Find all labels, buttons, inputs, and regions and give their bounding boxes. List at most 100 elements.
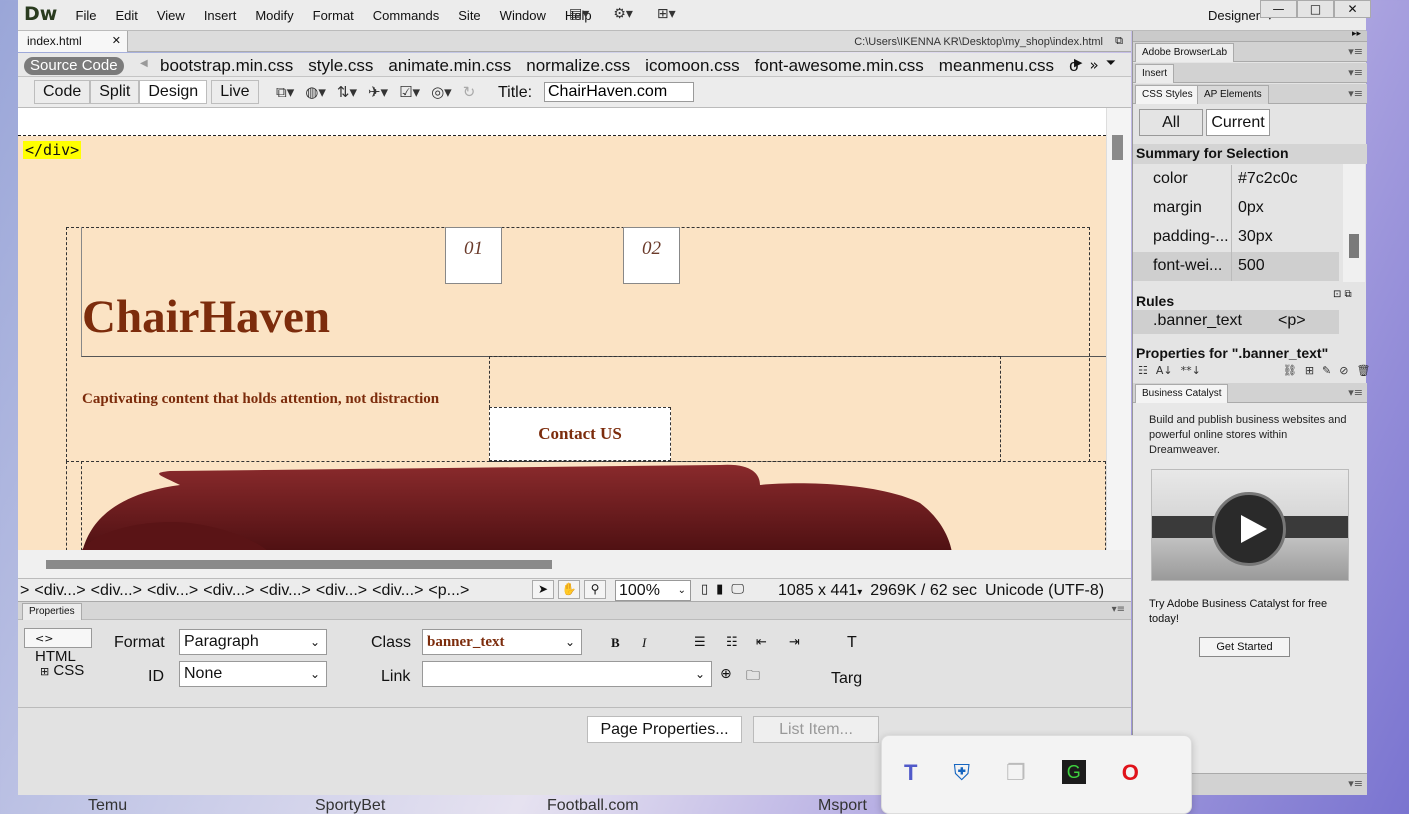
green-app-icon[interactable]: G — [1061, 760, 1086, 784]
attach-stylesheet-icon[interactable]: ⛓ — [1283, 364, 1297, 377]
copy-icon[interactable]: ❐ — [1006, 760, 1026, 786]
related-file[interactable]: normalize.css — [526, 56, 630, 76]
hand-tool-icon[interactable]: ✋ — [558, 580, 580, 599]
menu-window[interactable]: Window — [490, 8, 555, 23]
related-file[interactable]: animate.min.css — [388, 56, 511, 76]
shortcut-msport[interactable]: Msport — [818, 797, 867, 814]
arrow-right-icon[interactable]: ▶ — [1074, 56, 1082, 74]
unordered-list-icon[interactable]: ☰ — [694, 635, 706, 650]
related-file[interactable]: font-awesome.min.css — [755, 56, 924, 76]
summary-row[interactable]: padding-... 30px — [1133, 223, 1339, 252]
tab-ap-elements[interactable]: AP Elements — [1197, 85, 1269, 104]
file-management-icon[interactable]: ⇅▾ — [337, 83, 357, 101]
disable-icon[interactable]: ⊘ — [1339, 364, 1348, 377]
slide-indicator-01[interactable]: 01 — [445, 227, 502, 284]
all-mode-button[interactable]: All — [1139, 109, 1203, 136]
mobile-size-icon[interactable]: ▯ — [701, 582, 708, 597]
get-started-button[interactable]: Get Started — [1199, 637, 1290, 657]
vertical-scrollbar[interactable] — [1106, 108, 1131, 550]
brand-heading[interactable]: ChairHaven — [82, 290, 330, 344]
bold-button[interactable]: B — [611, 635, 620, 651]
desktop-size-icon[interactable]: 🖵 — [731, 582, 744, 597]
outdent-icon[interactable]: ⇤ — [756, 635, 767, 650]
tag-item[interactable]: <p...> — [428, 582, 469, 600]
code-view-button[interactable]: Code — [34, 80, 91, 104]
menu-insert[interactable]: Insert — [194, 8, 246, 23]
contact-us-button[interactable]: Contact US — [489, 407, 671, 461]
tab-browserlab[interactable]: Adobe BrowserLab — [1135, 43, 1235, 62]
close-icon[interactable]: ✕ — [112, 34, 121, 52]
tag-item[interactable]: <div...> — [260, 582, 311, 600]
pointer-tool-icon[interactable]: ➤ — [532, 580, 554, 599]
tab-css-styles[interactable]: CSS Styles — [1135, 85, 1200, 104]
source-code-button[interactable]: Source Code — [24, 57, 124, 75]
filter-icon[interactable]: ⏷ — [1106, 56, 1116, 74]
menu-format[interactable]: Format — [303, 8, 363, 23]
slide-indicator-02[interactable]: 02 — [623, 227, 680, 284]
italic-button[interactable]: I — [642, 635, 646, 651]
panel-menu-icon[interactable]: ▾≡ — [1348, 87, 1363, 100]
visual-aids-icon[interactable]: ◎▾ — [431, 83, 452, 101]
maximize-button[interactable]: □ — [1297, 0, 1334, 18]
page-title-input[interactable] — [544, 82, 694, 102]
panel-menu-icon[interactable]: ▾≡ — [1348, 386, 1363, 399]
panel-menu-icon[interactable]: ▾≡ — [1348, 45, 1363, 58]
menu-edit[interactable]: Edit — [106, 8, 147, 23]
point-to-file-icon[interactable]: ⊕ — [720, 666, 732, 682]
current-mode-button[interactable]: Current — [1206, 109, 1270, 136]
menu-modify[interactable]: Modify — [246, 8, 303, 23]
security-shield-icon[interactable]: ⛨ — [953, 760, 970, 786]
class-select[interactable]: banner_text ⌄ — [422, 629, 582, 655]
design-view-button[interactable]: Design — [139, 80, 208, 104]
inspect-icon[interactable]: ✈▾ — [368, 83, 388, 101]
tablet-size-icon[interactable]: ▮ — [716, 582, 723, 597]
site-icon[interactable]: ⊞▾ — [657, 6, 676, 22]
teams-icon[interactable]: T — [904, 760, 917, 786]
tag-item[interactable]: <div...> — [316, 582, 367, 600]
collapse-icon[interactable]: ▸▸ — [1352, 29, 1361, 39]
shortcut-temu[interactable]: Temu — [88, 797, 127, 814]
format-select[interactable]: Paragraph ⌄ — [179, 629, 327, 655]
trash-icon[interactable]: 🗑 — [1356, 364, 1370, 377]
summary-row[interactable]: color #7c2c0c — [1133, 165, 1339, 194]
id-select[interactable]: None ⌄ — [179, 661, 327, 687]
vertical-scroll-thumb[interactable] — [1112, 135, 1123, 160]
close-button[interactable]: ✕ — [1334, 0, 1371, 18]
tab-business-catalyst[interactable]: Business Catalyst — [1135, 384, 1229, 403]
shortcut-football[interactable]: Football.com — [547, 797, 639, 814]
edit-rule-icon[interactable]: ✎ — [1322, 364, 1331, 377]
tab-insert[interactable]: Insert — [1135, 64, 1175, 83]
folder-icon[interactable]: 🗀 — [746, 665, 760, 689]
horizontal-scroll-thumb[interactable] — [46, 560, 552, 569]
html-mode-button[interactable]: <> HTML — [24, 628, 92, 665]
banner-text[interactable]: Captivating content that holds attention… — [82, 391, 439, 408]
multiscreen-icon[interactable]: ⧉▾ — [276, 83, 294, 101]
category-view-icon[interactable]: ☷ — [1138, 364, 1148, 377]
restore-icon[interactable]: ⧉ — [1115, 34, 1123, 48]
summary-row[interactable]: margin 0px — [1133, 194, 1339, 223]
related-file[interactable]: meanmenu.css — [939, 56, 1054, 76]
tab-index-html[interactable]: index.html ✕ — [18, 31, 128, 52]
rules-view-icons[interactable]: ⊡ ⧉ — [1333, 289, 1352, 300]
page-properties-button[interactable]: Page Properties... — [587, 716, 742, 743]
panel-menu-icon[interactable]: ▾≡ — [1112, 604, 1125, 615]
layout-icon[interactable]: ▤▾ — [569, 6, 589, 22]
split-view-button[interactable]: Split — [90, 80, 140, 104]
refresh-icon[interactable]: ↻ — [463, 83, 476, 101]
double-arrow-icon[interactable]: » — [1089, 56, 1098, 74]
gear-icon[interactable]: ⚙▾ — [613, 6, 633, 22]
rule-row[interactable]: .banner_text <p> — [1133, 310, 1339, 334]
menu-commands[interactable]: Commands — [363, 8, 448, 23]
window-dimensions[interactable]: 1085 x 441▾ — [778, 582, 862, 600]
summary-row-selected[interactable]: font-wei... 500 — [1133, 252, 1339, 281]
shortcut-sportybet[interactable]: SportyBet — [315, 797, 385, 814]
tag-item[interactable]: <div...> — [34, 582, 85, 600]
live-view-button[interactable]: Live — [211, 80, 259, 104]
zoom-tool-icon[interactable]: ⚲ — [584, 580, 606, 599]
set-properties-icon[interactable]: **↓ — [1181, 364, 1201, 377]
preview-browser-icon[interactable]: ◍▾ — [305, 83, 326, 101]
tag-item[interactable]: <div...> — [372, 582, 423, 600]
related-file[interactable]: bootstrap.min.css — [160, 56, 293, 76]
design-view[interactable]: </div> 01 02 ChairHaven Captivating cont… — [18, 108, 1106, 550]
related-file[interactable]: style.css — [308, 56, 373, 76]
